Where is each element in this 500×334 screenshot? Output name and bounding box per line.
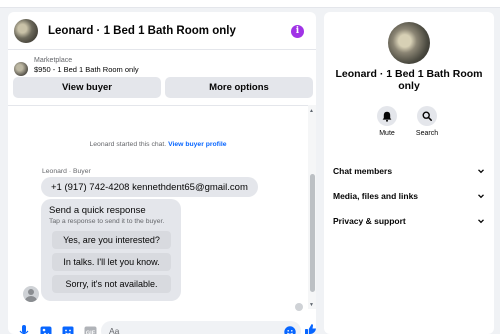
chat-started-text: Leonard started this chat. xyxy=(89,141,167,148)
message-input[interactable]: Aa xyxy=(101,321,301,334)
info-icon[interactable]: i xyxy=(291,25,304,38)
chat-panel: Leonard · 1 Bed 1 Bath Room only i Marke… xyxy=(8,12,316,334)
seen-indicator xyxy=(295,303,303,311)
photo-icon[interactable] xyxy=(38,324,54,334)
view-buyer-profile-link[interactable]: View buyer profile xyxy=(168,141,226,148)
listing-thumbnail xyxy=(14,62,28,76)
quick-reply-button[interactable]: Yes, are you interested? xyxy=(52,231,171,249)
chat-started-notice: Leonard started this chat. View buyer pr… xyxy=(8,141,308,148)
mute-button[interactable]: Mute xyxy=(372,106,402,137)
scroll-up-arrow-icon[interactable]: ▲ xyxy=(309,108,314,114)
section-chat-members[interactable]: Chat members xyxy=(333,164,485,178)
message-sender: Leonard · Buyer xyxy=(42,168,91,175)
quick-reply-button[interactable]: Sorry, it's not available. xyxy=(52,275,171,293)
svg-text:GIF: GIF xyxy=(85,330,95,334)
section-label: Media, files and links xyxy=(333,191,419,201)
chat-header: Leonard · 1 Bed 1 Bath Room only i xyxy=(8,12,316,50)
chat-title: Leonard · 1 Bed 1 Bath Room only xyxy=(48,24,236,37)
sticker-icon[interactable] xyxy=(60,324,76,334)
chevron-down-icon xyxy=(478,219,484,224)
buyer-avatar[interactable] xyxy=(23,286,39,302)
chevron-down-icon xyxy=(478,169,484,174)
conversation-avatar[interactable] xyxy=(388,22,430,64)
bell-icon xyxy=(377,106,397,126)
section-media-files-links[interactable]: Media, files and links xyxy=(333,189,485,203)
quick-reply-button[interactable]: In talks. I'll let you know. xyxy=(52,253,171,271)
conversation-info-panel: Leonard · 1 Bed 1 Bath Room only Mute Se… xyxy=(324,12,494,334)
scroll-down-arrow-icon[interactable]: ▼ xyxy=(309,302,314,308)
conversation-title: Leonard · 1 Bed 1 Bath Room only xyxy=(335,68,483,92)
gif-icon[interactable]: GIF xyxy=(82,324,98,334)
mic-icon[interactable] xyxy=(16,324,32,334)
section-label: Privacy & support xyxy=(333,216,406,226)
listing-label: Marketplace xyxy=(34,57,73,64)
search-label: Search xyxy=(415,130,439,137)
section-label: Chat members xyxy=(333,166,393,176)
mute-label: Mute xyxy=(379,130,395,137)
quick-response-title: Send a quick response xyxy=(49,205,146,216)
quick-response-subtitle: Tap a response to send it to the buyer. xyxy=(49,218,165,225)
thumbs-up-icon[interactable] xyxy=(304,323,316,334)
message-bubble: +1 (917) 742-4208 kennethdent65@gmail.co… xyxy=(41,177,258,197)
quick-response-card: Send a quick response Tap a response to … xyxy=(41,199,181,301)
search-icon xyxy=(417,106,437,126)
view-buyer-button[interactable]: View buyer xyxy=(13,77,161,98)
search-button[interactable]: Search xyxy=(412,106,442,137)
section-privacy-support[interactable]: Privacy & support xyxy=(333,214,485,228)
emoji-icon[interactable] xyxy=(284,325,296,334)
scrollbar-thumb[interactable] xyxy=(310,174,315,292)
top-bar xyxy=(0,0,500,8)
avatar[interactable] xyxy=(14,18,38,43)
listing-subtitle: $950 - 1 Bed 1 Bath Room only xyxy=(34,65,139,74)
chevron-down-icon xyxy=(478,194,484,199)
more-options-button[interactable]: More options xyxy=(165,77,313,98)
